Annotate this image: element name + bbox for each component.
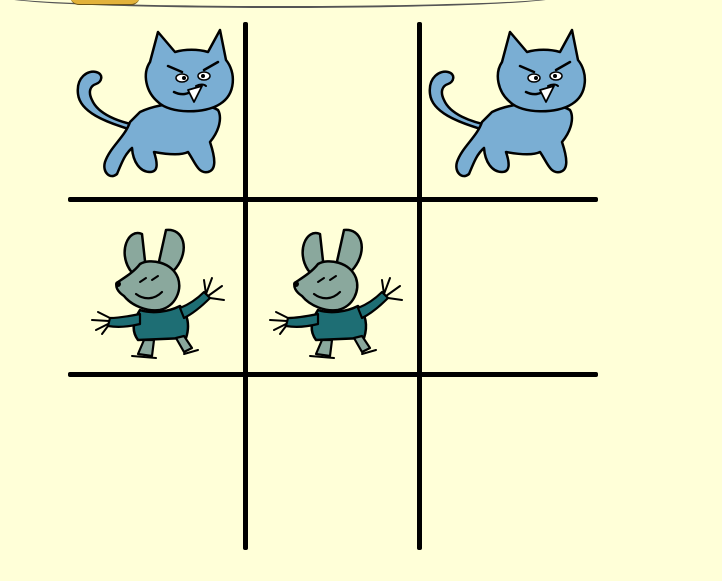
cat-icon <box>76 28 235 178</box>
mouse-icon <box>268 228 404 360</box>
game-stage <box>0 0 722 581</box>
cat-icon <box>428 28 587 178</box>
board-cell-r3-c2[interactable] <box>248 377 420 549</box>
mouse-icon <box>90 228 226 360</box>
board-cell-r1-c2[interactable] <box>248 22 420 194</box>
board-cell-r2-c2[interactable] <box>248 202 420 374</box>
board-cell-r1-c3[interactable] <box>422 22 594 194</box>
board-cell-r2-c3[interactable] <box>422 202 594 374</box>
top-tab-accent <box>70 0 140 5</box>
board-cell-r3-c1[interactable] <box>70 377 242 549</box>
board-cell-r1-c1[interactable] <box>70 22 242 194</box>
board-cell-r2-c1[interactable] <box>70 202 242 374</box>
board-cell-r3-c3[interactable] <box>422 377 594 549</box>
